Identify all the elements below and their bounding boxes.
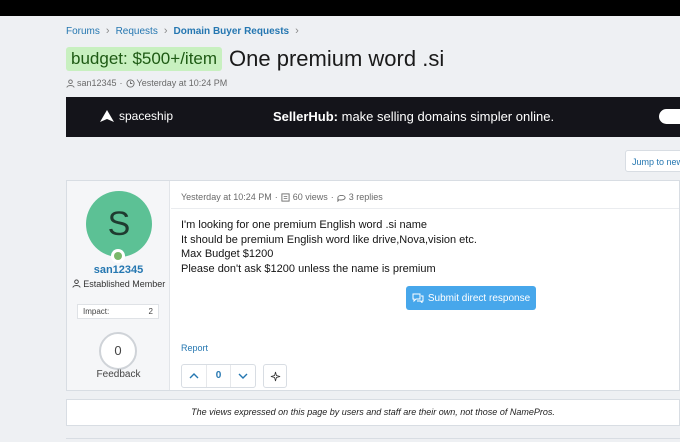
separator-dot: · (119, 78, 123, 88)
thread-meta: san12345 · Yesterday at 10:24 PM (66, 78, 227, 88)
chat-icon (412, 293, 424, 303)
feedback-label: Feedback (96, 369, 141, 380)
chevron-right-icon: › (163, 25, 168, 37)
breadcrumb: Forums › Requests › Domain Buyer Request… (66, 25, 305, 37)
upvote-button[interactable] (182, 365, 206, 387)
breadcrumb-domain-buyer-requests[interactable]: Domain Buyer Requests (174, 26, 290, 37)
post-line: I'm looking for one premium English word… (181, 219, 428, 231)
spaceship-logo-text: spaceship (119, 109, 174, 123)
post-username[interactable]: san12345 (67, 264, 170, 276)
banner-tagline: SellerHub: make selling domains simpler … (273, 109, 554, 124)
post: S san12345 Established Member Impact: 2 … (66, 180, 680, 391)
top-bar (0, 0, 680, 16)
feedback-count[interactable]: 0 (99, 332, 137, 370)
sparkle-icon (270, 371, 280, 381)
separator-dot: · (274, 192, 278, 202)
disclaimer: The views expressed on this page by user… (66, 399, 680, 426)
impact-label: Impact: (83, 307, 110, 316)
avatar[interactable]: S (86, 191, 152, 257)
report-link[interactable]: Report (181, 343, 208, 353)
vote-widget: 0 (181, 364, 256, 388)
breadcrumb-forums[interactable]: Forums (66, 26, 100, 37)
downvote-button[interactable] (231, 365, 255, 387)
page-title: budget: $500+/item One premium word .si (66, 46, 444, 72)
user-icon (72, 279, 81, 288)
vote-count: 0 (206, 365, 231, 387)
separator-dot: · (330, 192, 334, 202)
post-body: I'm looking for one premium English word… (181, 218, 477, 276)
ad-banner[interactable]: spaceship SellerHub: make selling domain… (66, 97, 680, 137)
post-views: 60 views (292, 192, 328, 202)
jump-to-new-button[interactable]: Jump to new (625, 150, 680, 172)
submit-direct-response-label: Submit direct response (427, 292, 531, 304)
bottom-divider (66, 438, 680, 442)
post-divider (171, 208, 679, 209)
clock-icon (125, 78, 135, 88)
banner-cta-button[interactable] (659, 109, 680, 124)
online-status-icon (111, 249, 125, 263)
post-line: Please don't ask $1200 unless the name i… (181, 262, 436, 275)
impact-stat: Impact: 2 (77, 304, 159, 319)
user-title-text: Established Member (83, 279, 166, 289)
post-line: It should be premium English word like d… (181, 233, 477, 246)
chevron-right-icon: › (295, 25, 299, 37)
post-replies: 3 replies (348, 192, 383, 202)
thread-date[interactable]: Yesterday at 10:24 PM (137, 78, 228, 88)
post-user-panel: S san12345 Established Member Impact: 2 … (67, 181, 170, 390)
spaceship-logo: spaceship (100, 109, 173, 123)
user-icon (66, 78, 75, 88)
banner-brand: SellerHub: (273, 109, 339, 124)
thread-author[interactable]: san12345 (77, 78, 117, 88)
impact-value: 2 (148, 307, 153, 316)
chevron-right-icon: › (105, 25, 110, 37)
thread-prefix-badge[interactable]: budget: $500+/item (66, 47, 223, 71)
post-line: Max Budget $1200 (181, 248, 274, 260)
post-date[interactable]: Yesterday at 10:24 PM (181, 192, 272, 202)
submit-direct-response-button[interactable]: Submit direct response (406, 286, 536, 310)
banner-tagline-text: make selling domains simpler online. (338, 109, 555, 124)
chevron-down-icon (238, 373, 248, 379)
post-meta: Yesterday at 10:24 PM · 60 views · 3 rep… (181, 192, 383, 202)
views-icon (281, 192, 290, 202)
breadcrumb-requests[interactable]: Requests (116, 26, 158, 37)
ai-sparkle-button[interactable] (263, 364, 287, 388)
spaceship-logo-icon (100, 110, 114, 122)
replies-icon (337, 194, 346, 202)
thread-title: One premium word .si (229, 46, 445, 71)
chevron-up-icon (189, 373, 199, 379)
user-title: Established Member (67, 278, 170, 290)
